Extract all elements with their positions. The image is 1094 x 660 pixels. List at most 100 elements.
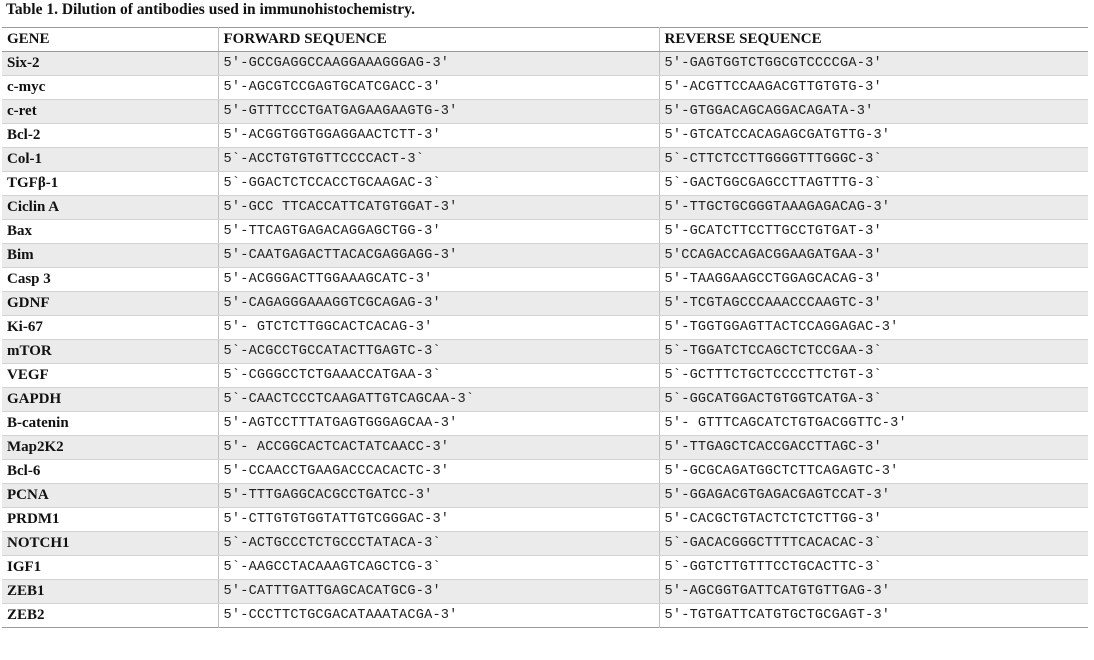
forward-sequence-cell: 5′-CATTTGATTGAGCACATGCG-3′ <box>217 579 659 604</box>
gene-cell: PCNA <box>2 483 218 508</box>
header-gene: GENE <box>2 27 218 52</box>
gene-cell: Map2K2 <box>2 435 218 460</box>
gene-cell: c-ret <box>2 99 218 124</box>
forward-sequence-cell: 5`-AAGCCTACAAAGTCAGCTCG-3` <box>217 555 659 580</box>
table-row: Six-2 5′-GCCGAGGCCAAGGAAAGGGAG-3′ 5′-GAGTG… <box>2 51 1088 76</box>
table-row: ZEB1 5′-CATTTGATTGAGCACATGCG-3′ 5′-AGCGGTG… <box>2 579 1088 604</box>
forward-sequence-cell: 5`-ACTGCCCTCTGCCCTATACA-3` <box>217 531 659 556</box>
reverse-sequence-cell: 5′-GAGTGGTCTGGCGTCCCCGA-3′ <box>658 51 1088 76</box>
gene-cell: c-myc <box>2 75 218 100</box>
forward-sequence-cell: 5′- ACCGGCACTCACTATCAACC-3′ <box>217 435 659 460</box>
gene-cell: Casp 3 <box>2 267 218 292</box>
reverse-sequence-cell: 5`-CTTCTCCTTGGGGTTTGGGC-3` <box>658 147 1088 172</box>
forward-sequence-cell: 5′-CCAACCTGAAGACCCACACTC-3′ <box>217 459 659 484</box>
forward-sequence-cell: 5`-CAACTCCCTCAAGATTGTCAGCAA-3` <box>217 387 659 412</box>
table-row: Bcl-2 5′-ACGGTGGTGGAGGAACTCTT-3′ 5′-GTCATC… <box>2 123 1088 148</box>
gene-cell: NOTCH1 <box>2 531 218 556</box>
reverse-sequence-cell: 5′-CACGCTGTACTCTCTCTTGG-3′ <box>658 507 1088 532</box>
table-row: Bax 5′-TTCAGTGAGACAGGAGCTGG-3′ 5′-GCATCTTC… <box>2 219 1088 244</box>
reverse-sequence-cell: 5′-GTCATCCACAGAGCGATGTTG-3′ <box>658 123 1088 148</box>
forward-sequence-cell: 5′-CAATGAGACTTACACGAGGAGG-3′ <box>217 243 659 268</box>
gene-cell: Ciclin A <box>2 195 218 220</box>
reverse-sequence-cell: 5′-GCGCAGATGGCTCTTCAGAGTC-3′ <box>658 459 1088 484</box>
gene-cell: PRDM1 <box>2 507 218 532</box>
gene-cell: ZEB2 <box>7 607 45 623</box>
table-row: c-myc 5′-AGCGTCCGAGTGCATCGACC-3′ 5′-ACGTTC… <box>2 75 1088 100</box>
table-row: B-catenin 5′-AGTCCTTTATGAGTGGGAGCAA-3′ 5′-… <box>2 411 1088 436</box>
table-row: Bim 5′-CAATGAGACTTACACGAGGAGG-3′ 5′CCAGACC… <box>2 243 1088 268</box>
gene-cell: Bim <box>2 243 218 268</box>
reverse-sequence-cell: 5`-GACACGGGCTTTTCACACAC-3` <box>658 531 1088 556</box>
gene-cell: mTOR <box>2 339 218 364</box>
forward-sequence-cell: 5′-AGTCCTTTATGAGTGGGAGCAA-3′ <box>217 411 659 436</box>
forward-sequence-cell: 5`-ACGCCTGCCATACTTGAGTC-3` <box>217 339 659 364</box>
gene-cell: GAPDH <box>2 387 218 412</box>
table-row: mTOR 5`-ACGCCTGCCATACTTGAGTC-3` 5`-TGGATCT… <box>2 339 1088 364</box>
forward-sequence-cell: 5′-GCC TTCACCATTCATGTGGAT-3′ <box>217 195 659 220</box>
table-row: ZEB2 5′-CCCTTCTGCGACATAAATACGA-3′ 5′-TGTGA… <box>2 603 1088 628</box>
reverse-sequence-cell: 5′-ACGTTCCAAGACGTTGTGTG-3′ <box>658 75 1088 100</box>
reverse-sequence-cell: 5′-TTGAGCTCACCGACCTTAGC-3′ <box>658 435 1088 460</box>
gene-cell: GDNF <box>2 291 218 316</box>
forward-sequence-cell: 5′-CAGAGGGAAAGGTCGCAGAG-3′ <box>217 291 659 316</box>
gene-cell: Bcl-2 <box>2 123 218 148</box>
forward-sequence-cell: 5′-TTTGAGGCACGCCTGATCC-3′ <box>217 483 659 508</box>
table-row: Bcl-6 5′-CCAACCTGAAGACCCACACTC-3′ 5′-GCGCA… <box>2 459 1088 484</box>
reverse-sequence-cell: 5′- GTTTCAGCATCTGTGACGGTTC-3′ <box>658 411 1088 436</box>
gene-cell: Bcl-6 <box>2 459 218 484</box>
gene-cell: TGFβ-1 <box>2 171 218 196</box>
table-row: VEGF 5`-CGGGCCTCTGAAACCATGAA-3` 5`-GCTTTCT… <box>2 363 1088 388</box>
table-row: Map2K2 5′- ACCGGCACTCACTATCAACC-3′ 5′-TTGA… <box>2 435 1088 460</box>
reverse-sequence-cell: 5′-TGTGATTCATGTGCTGCGAGT-3′ <box>658 603 1088 628</box>
forward-sequence-cell: 5′-GTTTCCCTGATGAGAAGAAGTG-3′ <box>217 99 659 124</box>
reverse-sequence-cell: 5′-TAAGGAAGCCTGGAGCACAG-3′ <box>658 267 1088 292</box>
gene-cell: Six-2 <box>2 51 218 76</box>
forward-sequence-cell: 5`-GGACTCTCCACCTGCAAGAC-3` <box>217 171 659 196</box>
reverse-sequence-cell: 5′-GTGGACAGCAGGACAGATA-3′ <box>658 99 1088 124</box>
gene-cell: ZEB1 <box>2 579 218 604</box>
reverse-sequence-cell: 5`-TGGATCTCCAGCTCTCCGAA-3` <box>658 339 1088 364</box>
table-header-row: GENE FORWARD SEQUENCE REVERSE SEQUENCE <box>2 27 1088 52</box>
reverse-sequence-cell: 5`-GCTTTCTGCTCCCCTTCTGT-3` <box>658 363 1088 388</box>
table-row: PCNA 5′-TTTGAGGCACGCCTGATCC-3′ 5′-GGAGACGT… <box>2 483 1088 508</box>
reverse-sequence-cell: 5′-AGCGGTGATTCATGTGTTGAG-3′ <box>658 579 1088 604</box>
table-body: Six-2 5′-GCCGAGGCCAAGGAAAGGGAG-3′ 5′-GAGTG… <box>2 51 1088 628</box>
reverse-sequence-cell: 5′-GGAGACGTGAGACGAGTCCAT-3′ <box>658 483 1088 508</box>
table-row: Col-1 5`-ACCTGTGTGTTCCCCACT-3` 5`-CTTCTCCT… <box>2 147 1088 172</box>
gene-cell: Ki-67 <box>2 315 218 340</box>
forward-sequence-cell: 5′-CTTGTGTGGTATTGTCGGGAC-3′ <box>217 507 659 532</box>
gene-cell: VEGF <box>2 363 218 388</box>
header-forward-sequence: FORWARD SEQUENCE <box>217 27 659 52</box>
reverse-sequence-cell: 5′CCAGACCAGACGGAAGATGAA-3′ <box>658 243 1088 268</box>
header-reverse-sequence: REVERSE SEQUENCE <box>658 27 1088 52</box>
table-row: NOTCH1 5`-ACTGCCCTCTGCCCTATACA-3` 5`-GACAC… <box>2 531 1088 556</box>
forward-sequence-cell: 5′- GTCTCTTGGCACTCACAG-3′ <box>217 315 659 340</box>
gene-cell: Col-1 <box>2 147 218 172</box>
forward-sequence-cell: 5′-ACGGTGGTGGAGGAACTCTT-3′ <box>217 123 659 148</box>
reverse-sequence-cell: 5′-GCATCTTCCTTGCCTGTGAT-3′ <box>658 219 1088 244</box>
table-row: TGFβ-1 5`-GGACTCTCCACCTGCAAGAC-3` 5`-GACTG… <box>2 171 1088 196</box>
forward-sequence-cell: 5′-ACGGGACTTGGAAAGCATC-3′ <box>217 267 659 292</box>
table-row: GAPDH 5`-CAACTCCCTCAAGATTGTCAGCAA-3` 5`-GG… <box>2 387 1088 412</box>
table-row: Casp 3 5′-ACGGGACTTGGAAAGCATC-3′ 5′-TAAGGA… <box>2 267 1088 292</box>
reverse-sequence-cell: 5`-GGCATGGACTGTGGTCATGA-3` <box>658 387 1088 412</box>
table-row: IGF1 5`-AAGCCTACAAAGTCAGCTCG-3` 5`-GGTCTTG… <box>2 555 1088 580</box>
forward-sequence-cell: 5`-ACCTGTGTGTTCCCCACT-3` <box>217 147 659 172</box>
gene-cell: Bax <box>2 219 218 244</box>
table-caption: Table 1. Dilution of antibodies used in … <box>6 1 415 18</box>
forward-sequence-cell: 5`-CGGGCCTCTGAAACCATGAA-3` <box>217 363 659 388</box>
forward-sequence-cell: 5′-AGCGTCCGAGTGCATCGACC-3′ <box>217 75 659 100</box>
gene-cell: IGF1 <box>2 555 218 580</box>
forward-sequence-cell: 5′-TTCAGTGAGACAGGAGCTGG-3′ <box>217 219 659 244</box>
table-row: Ki-67 5′- GTCTCTTGGCACTCACAG-3′ 5′-TGGTGGA… <box>2 315 1088 340</box>
reverse-sequence-cell: 5`-GACTGGCGAGCCTTAGTTTG-3` <box>658 171 1088 196</box>
forward-sequence-cell: 5′-CCCTTCTGCGACATAAATACGA-3′ <box>217 603 659 628</box>
forward-sequence-cell: 5′-GCCGAGGCCAAGGAAAGGGAG-3′ <box>217 51 659 76</box>
table-row: PRDM1 5′-CTTGTGTGGTATTGTCGGGAC-3′ 5′-CACGC… <box>2 507 1088 532</box>
table-row: c-ret 5′-GTTTCCCTGATGAGAAGAAGTG-3′ 5′-GTGG… <box>2 99 1088 124</box>
table-row: Ciclin A 5′-GCC TTCACCATTCATGTGGAT-3′ 5′-T… <box>2 195 1088 220</box>
reverse-sequence-cell: 5`-GGTCTTGTTTCCTGCACTTC-3` <box>658 555 1088 580</box>
gene-cell: B-catenin <box>2 411 218 436</box>
primer-table: GENE FORWARD SEQUENCE REVERSE SEQUENCE S… <box>2 27 1088 628</box>
table-row: GDNF 5′-CAGAGGGAAAGGTCGCAGAG-3′ 5′-TCGTAGC… <box>2 291 1088 316</box>
